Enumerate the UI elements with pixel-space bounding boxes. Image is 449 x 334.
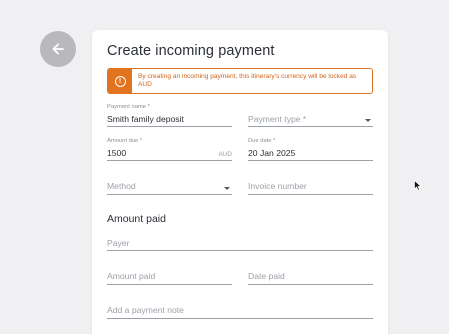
due-date-label: Due date * (248, 138, 276, 144)
amount-paid-field[interactable]: Amount paid (107, 266, 232, 285)
payment-name-label: Payment name * (107, 104, 150, 110)
method-placeholder: Method (107, 181, 136, 191)
invoice-number-field[interactable]: Invoice number (248, 175, 373, 195)
invoice-number-placeholder: Invoice number (248, 181, 307, 191)
amount-due-field[interactable]: Amount due * 1500 AUD (107, 138, 232, 161)
back-button[interactable] (40, 31, 76, 67)
method-select[interactable]: Method (107, 175, 232, 195)
chevron-down-icon (365, 119, 371, 122)
alert-text: By creating an incoming payment, this it… (132, 69, 356, 93)
payment-form-card: Create incoming payment ! By creating an… (92, 30, 388, 334)
payment-type-select[interactable]: Payment type * (248, 104, 373, 127)
payment-note-field[interactable]: Add a payment note (107, 299, 373, 319)
due-date-field[interactable]: Due date * 20 Jan 2025 (248, 138, 373, 161)
due-date-value: 20 Jan 2025 (248, 148, 296, 158)
amount-paid-placeholder: Amount paid (107, 271, 156, 281)
page-title: Create incoming payment (107, 43, 275, 59)
mouse-cursor-icon (414, 180, 422, 191)
payment-name-field[interactable]: Payment name * Smith family deposit (107, 104, 232, 127)
payment-type-placeholder: Payment type * (248, 114, 307, 124)
payment-name-value: Smith family deposit (107, 114, 184, 124)
payment-note-placeholder: Add a payment note (107, 305, 184, 315)
alert-text-line2: AUD (138, 81, 152, 88)
alert-text-line1: By creating an incoming payment, this it… (138, 73, 357, 80)
date-paid-field[interactable]: Date paid (248, 266, 373, 285)
arrow-left-icon (52, 43, 64, 55)
payer-placeholder: Payer (107, 238, 130, 248)
amount-due-label: Amount due * (107, 138, 143, 144)
chevron-down-icon (224, 187, 230, 190)
currency-suffix: AUD (218, 151, 233, 158)
amount-due-value: 1500 (107, 148, 127, 158)
alert-icon-box: ! (108, 69, 132, 93)
amount-paid-heading: Amount paid (107, 213, 166, 225)
date-paid-placeholder: Date paid (248, 271, 285, 281)
payer-field[interactable]: Payer (107, 232, 373, 251)
currency-lock-alert: ! By creating an incoming payment, this … (107, 68, 373, 94)
info-icon: ! (114, 75, 126, 87)
